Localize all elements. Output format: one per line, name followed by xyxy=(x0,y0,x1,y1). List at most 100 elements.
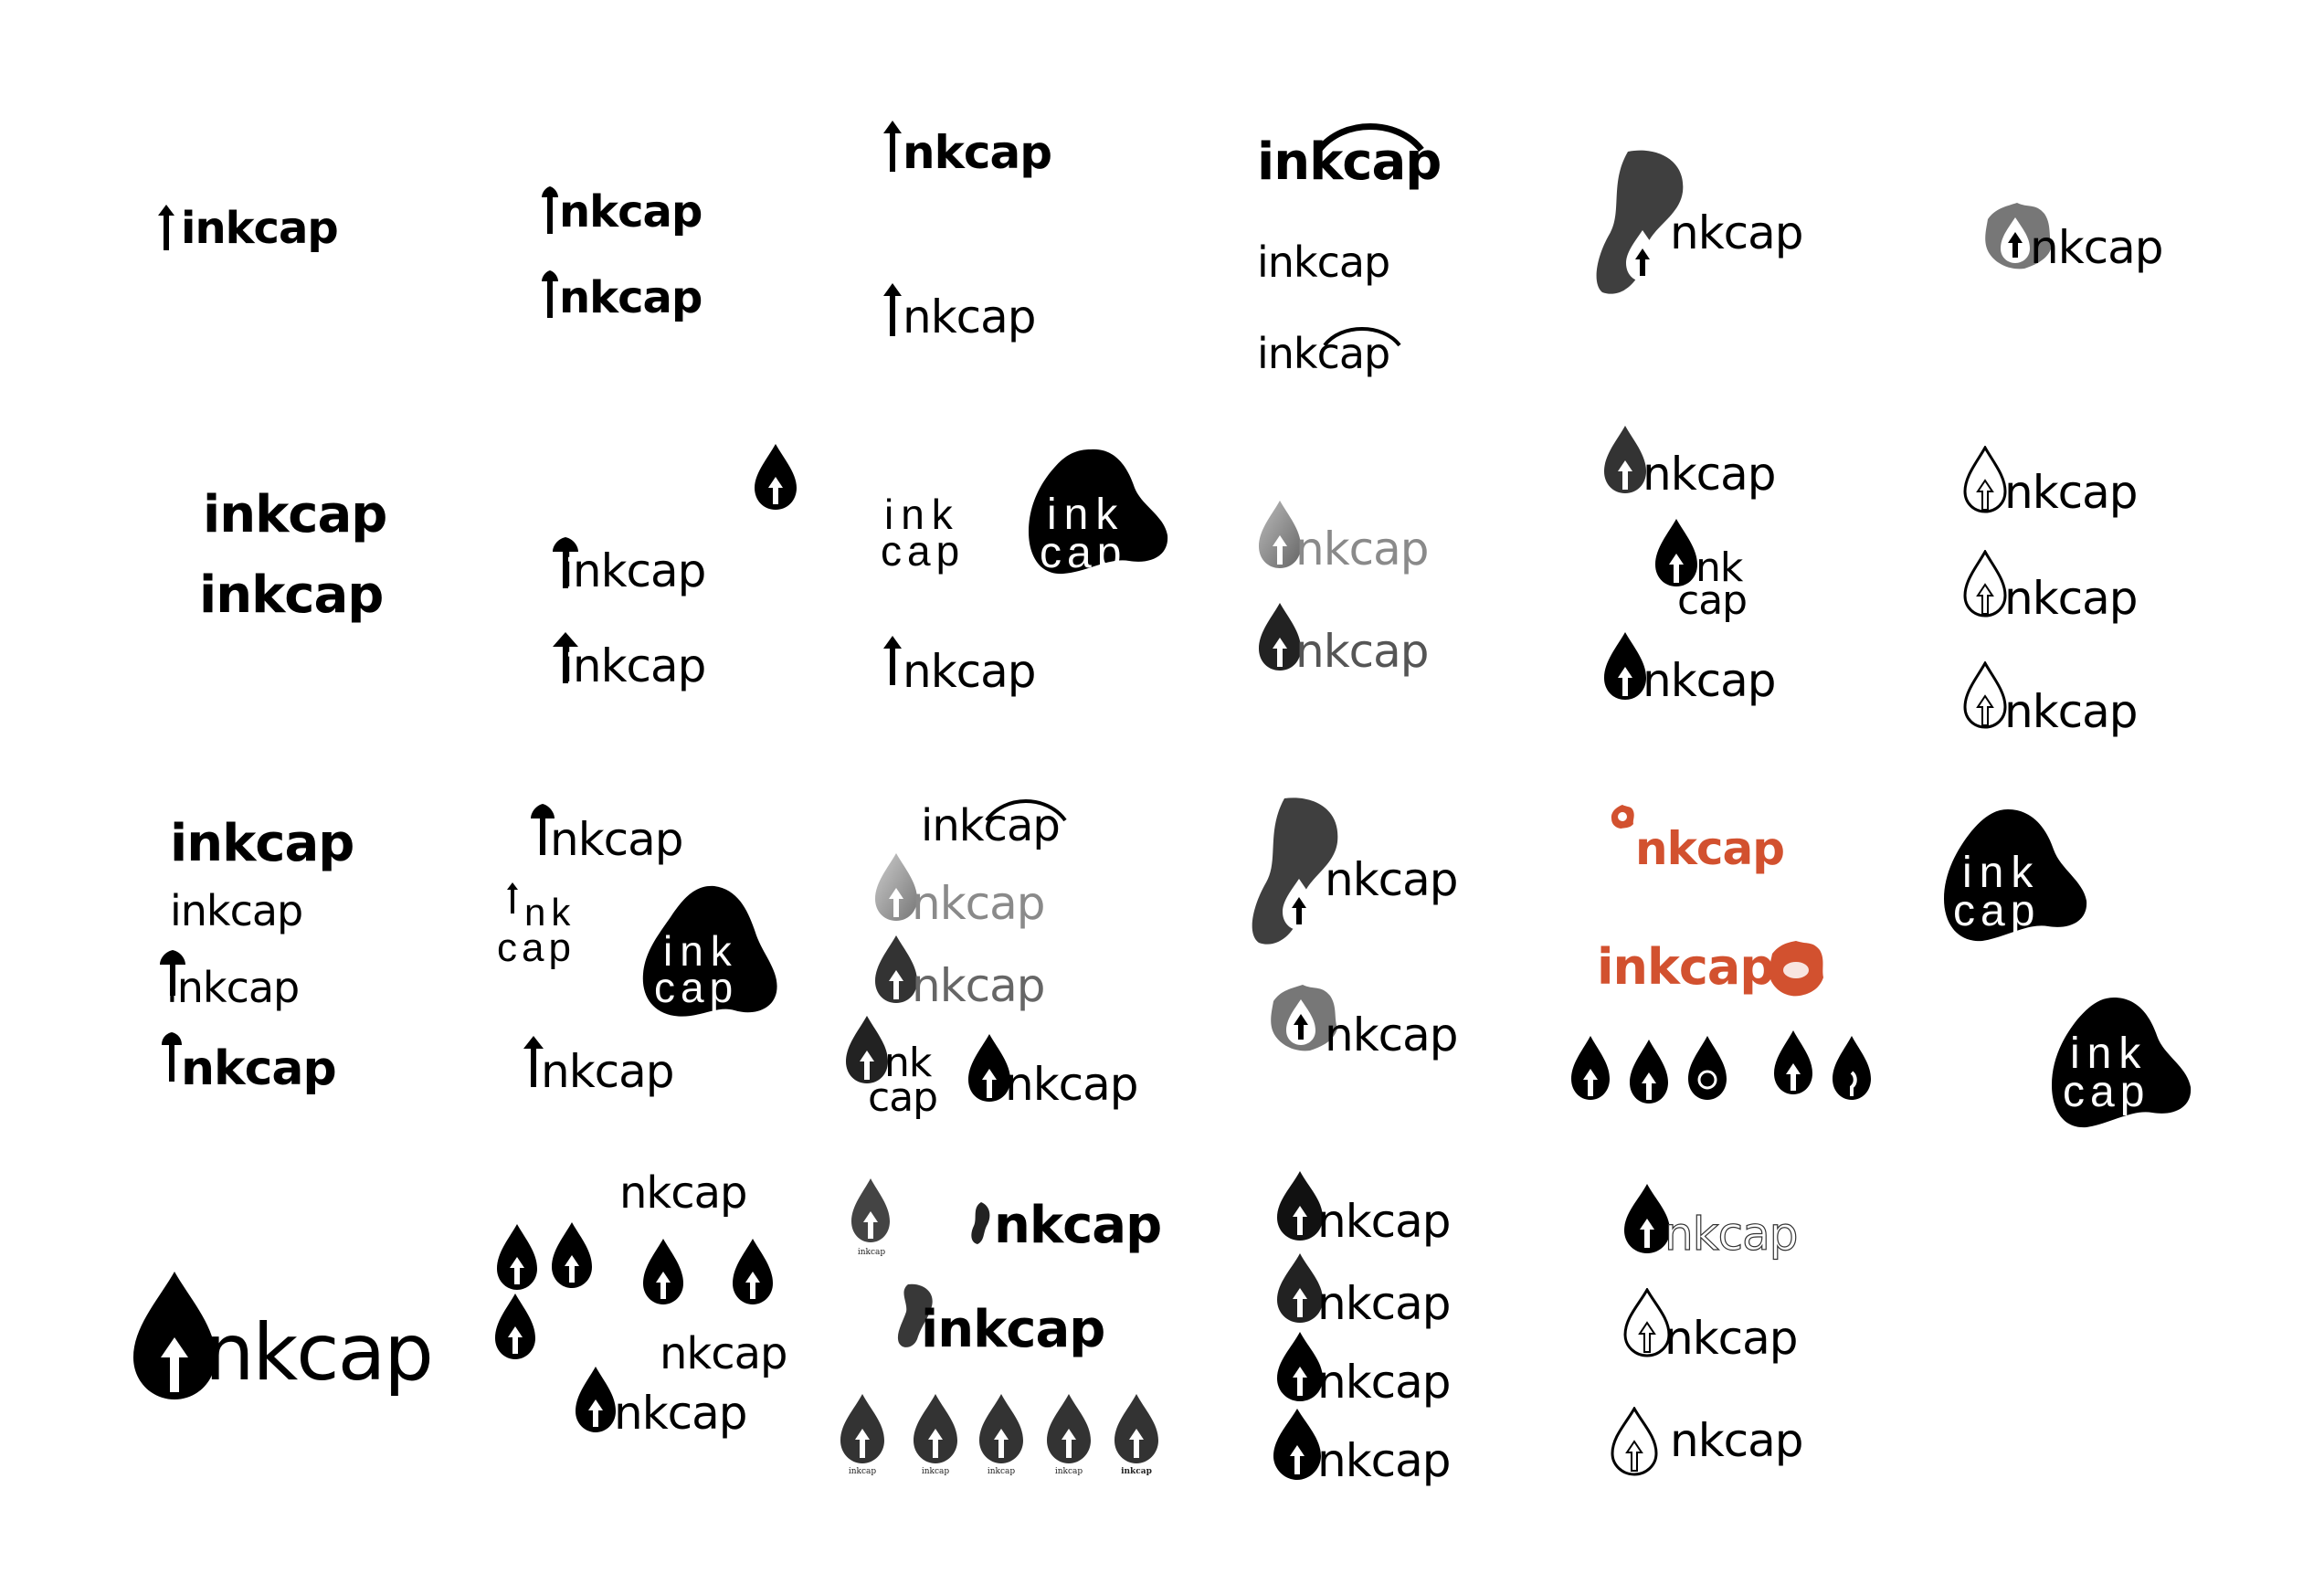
wordmark-suffix: nkcap xyxy=(205,1307,434,1399)
wordmark-suffix: nkcap xyxy=(1317,1434,1452,1487)
wordmark: inkcap xyxy=(170,814,354,873)
wordmark: inkcap xyxy=(1597,938,1775,996)
wordmark-suffix: nkcap xyxy=(903,126,1052,179)
wordmark-suffix: nkcap xyxy=(903,645,1037,698)
wordmark-suffix: nkcap xyxy=(559,186,702,238)
wordmark: inkcap xyxy=(921,800,1061,851)
wordmark-suffix: nkcap xyxy=(1005,1058,1139,1111)
wordmark-suffix: nkcap xyxy=(614,1387,748,1440)
ink-drop-mushroom-icon xyxy=(495,1294,535,1359)
ink-drop-mushroom-icon xyxy=(755,444,797,510)
mushroom-arrow-icon xyxy=(542,270,558,318)
mushroom-arrow-icon xyxy=(883,283,902,336)
wordmark: inkcap xyxy=(181,203,339,254)
wordmark: inkcap xyxy=(166,963,300,1012)
mushroom-arrow-icon xyxy=(883,636,902,685)
split-bottom: cap xyxy=(1677,577,1748,624)
wordmark-suffix: nkcap xyxy=(1317,1356,1452,1409)
split-bottom: cap xyxy=(868,1074,938,1121)
wordmark-suffix: nkcap xyxy=(903,290,1037,343)
wordmark-suffix: nkcap xyxy=(181,1041,337,1096)
ink-drop-mushroom-icon xyxy=(1604,426,1646,493)
ink-splat-icon xyxy=(1611,805,1634,829)
ink-drop-mushroom-icon xyxy=(1630,1040,1668,1104)
ink-drop-mushroom-icon xyxy=(846,1016,888,1083)
wordmark: inkcap xyxy=(1257,238,1390,287)
logo-sketch-sheet: inkcap nkcap nkcap nkcap nkcap inkcap in… xyxy=(0,0,2324,1584)
ink-drop-mushroom-icon xyxy=(1655,519,1697,586)
wordmark-suffix: nkcap xyxy=(2004,466,2139,519)
split-bottom: cap xyxy=(654,964,739,1011)
wordmark: inkcap xyxy=(921,1467,950,1476)
wordmark: inkcap xyxy=(1054,1467,1083,1476)
wordmark-suffix: nkcap xyxy=(1643,448,1777,501)
ink-drop-mushroom-icon xyxy=(979,1394,1023,1463)
ink-drop-mushroom-icon xyxy=(1833,1036,1871,1100)
mushroom-arrow-icon xyxy=(542,186,558,234)
wordmark-suffix: nkcap xyxy=(1670,206,1804,259)
wordmark: inkcap xyxy=(921,1300,1105,1359)
wordmark: inkcap xyxy=(170,886,303,935)
ink-drop-mushroom-icon xyxy=(1963,550,2007,618)
ink-drop-mushroom-icon xyxy=(733,1239,773,1304)
ink-drop-mushroom-icon xyxy=(1604,632,1646,700)
wordmark: inkcap xyxy=(987,1467,1016,1476)
wordmark-suffix: nkcap xyxy=(2004,685,2139,738)
ink-drop-mushroom-icon xyxy=(1571,1036,1610,1100)
wordmark-suffix: nkcap xyxy=(1664,1208,1799,1261)
split-bottom: cap xyxy=(1040,529,1127,577)
wordmark-suffix: nkcap xyxy=(1295,523,1430,576)
wordmark-suffix: nkcap xyxy=(1295,625,1430,678)
split-bottom: cap xyxy=(881,527,966,575)
ink-drop-mushroom-icon xyxy=(552,1222,592,1288)
wordmark-suffix: nkcap xyxy=(1643,654,1777,707)
wordmark-suffix: nkcap xyxy=(541,1045,675,1098)
ink-drop-mushroom-icon xyxy=(1963,661,2007,729)
wordmark-suffix: nkcap xyxy=(619,1167,747,1219)
wordmark: inkcap xyxy=(1257,132,1442,192)
split-bottom: cap xyxy=(2063,1068,2150,1116)
wordmark: inkcap xyxy=(1121,1467,1152,1476)
ink-drop-mushroom-icon xyxy=(497,1224,537,1290)
wordmark-suffix: nkcap xyxy=(1635,822,1785,875)
wordmark: inkcap xyxy=(848,1467,877,1476)
wordmark: inkcap xyxy=(561,639,706,692)
ink-drop-mushroom-icon xyxy=(1114,1394,1158,1463)
wordmark-suffix: nkcap xyxy=(550,813,684,866)
wordmark: inkcap xyxy=(203,485,387,544)
wordmark: inkcap xyxy=(1257,329,1390,378)
mushroom-arrow-icon xyxy=(507,882,518,913)
wordmark: inkcap xyxy=(199,565,384,625)
ink-drop-mushroom-icon xyxy=(1774,1030,1812,1094)
mushroom-arrow-icon xyxy=(162,1032,182,1082)
wordmark-suffix: nkcap xyxy=(559,272,702,323)
ink-drop-mushroom-icon xyxy=(1688,1036,1727,1100)
ink-drop-mushroom-icon xyxy=(851,1178,890,1242)
wordmark-suffix: nkcap xyxy=(660,1328,787,1379)
wordmark-suffix: nkcap xyxy=(1325,1008,1459,1061)
ink-drop-mushroom-icon xyxy=(840,1394,884,1463)
split-bottom: cap xyxy=(1953,887,2041,935)
wordmark-suffix: nkcap xyxy=(1317,1195,1452,1248)
ink-splat-icon xyxy=(1769,941,1823,997)
wordmark-suffix: nkcap xyxy=(1664,1312,1799,1365)
ink-drop-mushroom-icon xyxy=(643,1239,683,1304)
split-bottom: cap xyxy=(497,925,576,970)
wordmark-suffix: nkcap xyxy=(912,959,1046,1012)
wordmark-suffix: nkcap xyxy=(912,877,1046,930)
wordmark-suffix: nkcap xyxy=(994,1196,1162,1255)
wordmark-suffix: nkcap xyxy=(1325,853,1459,906)
wordmark-suffix: nkcap xyxy=(2030,221,2164,274)
ink-drop-mushroom-icon xyxy=(1273,1409,1321,1480)
ink-brush-stroke-icon xyxy=(971,1202,990,1244)
wordmark-suffix: nkcap xyxy=(1317,1277,1452,1330)
wordmark: inkcap xyxy=(857,1248,886,1257)
ink-drop-mushroom-icon xyxy=(1963,446,2007,513)
wordmark-suffix: nkcap xyxy=(1670,1414,1804,1467)
ink-drop-mushroom-icon xyxy=(576,1367,616,1432)
ink-drop-mushroom-icon xyxy=(914,1394,957,1463)
mushroom-arrow-icon xyxy=(883,121,902,172)
wordmark-suffix: nkcap xyxy=(2004,572,2139,625)
mushroom-arrow-icon xyxy=(158,205,174,250)
ink-drop-mushroom-icon xyxy=(1611,1407,1658,1476)
